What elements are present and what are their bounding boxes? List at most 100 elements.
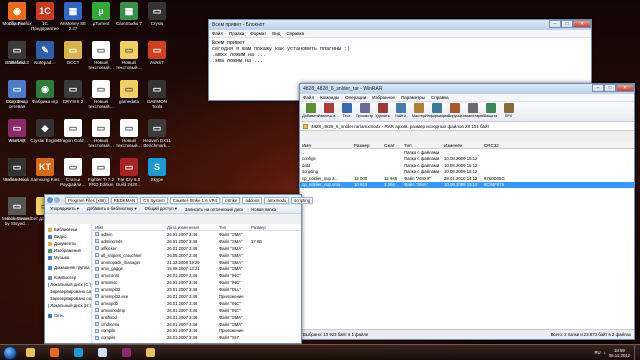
desktop-icon[interactable]: ▭ Новый текстовый… [86,119,116,155]
nav-item[interactable]: Зарезервировано си… [45,288,95,295]
breadcrumb-item[interactable]: scripting [291,196,314,204]
taskbar-folder-button[interactable] [139,346,161,360]
nav-item[interactable]: Зарезервировано си… [45,295,95,302]
menu-format[interactable]: Формат [250,31,266,36]
desktop-icon[interactable]: ▭ gamedata [114,80,144,116]
desktop-icon[interactable]: ▭ Новый текстовый… [114,119,144,155]
toolbar-button[interactable]: Защита [482,103,499,118]
toolbar-button[interactable]: Информация [425,103,448,118]
nav-item[interactable]: Документы [45,240,91,247]
desktop-icon[interactable]: ▭ WinRAR [2,119,32,155]
desktop-icon[interactable]: ◉ Mozilla Firefox [2,2,32,38]
file-row[interactable]: compile 26.01.2007 3:46 Файл "SH" [93,334,301,341]
maximize-button[interactable]: □ [604,84,616,92]
explorer-toolbar-button[interactable]: Упорядочить ▾ [50,206,79,212]
file-row[interactable]: admin 26.01.2007 3:46 Файл "SMA" [93,231,301,238]
desktop-icon[interactable]: ▭ SmiLe Hook [2,158,32,194]
desktop-icon[interactable]: ▭ Корзина сетевая [2,80,32,116]
col-modified[interactable]: Изменён [442,143,482,148]
col-crc[interactable]: CRC32 [482,143,512,148]
breadcrumb-item[interactable]: Program Files (x86) [65,196,109,204]
taskbar-notepad-button[interactable] [91,346,113,360]
winrar-window[interactable]: 4828_4828_6_snlder_rar - WinRAR – □ ✕ Фа… [299,83,635,340]
toolbar-button[interactable]: Комментарий [461,103,484,118]
desktop-icon[interactable]: ▭ AVAST [142,41,172,77]
nav-item[interactable]: Видео [45,233,91,240]
desktop-icon[interactable]: ▦ CamStudio 7 [114,2,144,38]
toolbar-button[interactable]: SFX [500,103,517,118]
col-size[interactable]: Размер [352,143,382,148]
menu-view[interactable]: Вид [272,31,280,36]
col-name[interactable]: Имя [93,225,165,230]
file-row[interactable]: amxmpl32.exe 26.01.2007 3:46 Приложение [93,293,301,300]
desktop-icon[interactable]: µ µTorrent [86,2,116,38]
start-button[interactable] [3,345,17,360]
navigation-pane[interactable]: Библиотеки Видео Документы Изображения Музык… [45,224,95,343]
col-date[interactable]: Дата изменения [165,225,217,230]
file-row[interactable]: ammopack_manager 21.12.2008 19:29 Файл "SM… [93,259,301,266]
minimize-button[interactable]: – [592,84,604,92]
explorer-toolbar-button[interactable]: Общий доступ ▾ [145,206,177,212]
winrar-menu-item[interactable]: Справка [431,95,449,100]
winrar-menu-item[interactable]: Параметры [401,95,425,100]
nav-item[interactable]: Компьютер [45,274,91,281]
close-button[interactable]: ✕ [573,20,591,28]
desktop-icon[interactable]: KT Samsung Kies [30,158,60,194]
winrar-menu-item[interactable]: Операции [345,95,366,100]
nav-item[interactable]: Сеть [45,312,91,319]
file-row[interactable]: amx_gagge 15.08.2007 13:21 Файл "SMA" [93,265,301,272]
address-bar[interactable]: Program Files (x86) REDKMAN CS System Count… [45,195,314,205]
notepad-titlebar[interactable]: Всем привет - Блокнот – □ ✕ [209,20,591,30]
volume-icon[interactable]: ♪ [604,350,606,355]
breadcrumb-item[interactable]: cstrike [221,196,241,204]
nav-item[interactable]: Локальный диск (H:) [45,302,91,309]
menu-edit[interactable]: Правка [229,31,244,36]
toolbar-button[interactable]: Найти [392,103,409,118]
explorer-window[interactable]: Program Files (x86) REDKMAN CS System Count… [44,194,314,344]
desktop-icon[interactable]: ▦ AnMoney SE 2.27 [58,2,88,38]
breadcrumb-item[interactable]: REDKMAN [110,196,139,204]
desktop-icon[interactable]: ✎ Notepad… [30,41,60,77]
desktop-icon[interactable]: S Skype [142,158,172,194]
forward-button[interactable] [54,197,60,203]
taskbar-firefox-button[interactable] [43,346,65,360]
col-type[interactable]: Тип [217,225,249,230]
nav-item[interactable]: Изображения [45,247,91,254]
breadcrumb-item[interactable]: Counter-Strike 1.6 VP4 [169,196,220,204]
desktop-icon[interactable]: ▭ Fighter Ti 7.2 PRO Edition [86,158,116,194]
toolbar-button[interactable]: Тест [338,103,355,118]
breadcrumb-item[interactable]: addons [242,196,263,204]
explorer-toolbar-button[interactable]: Записать на оптический диск [185,207,243,212]
table-row[interactable]: cp_soldier_sup.sma 10 923 3 286 Файл "SMA" 1… [300,181,634,188]
taskbar-winrar-button[interactable] [115,346,137,360]
file-row[interactable]: amxconst 26.01.2007 3:46 Файл "INC" [93,272,301,279]
winrar-menu-item[interactable]: Избранное [372,95,395,100]
col-name[interactable]: Имя [300,143,352,148]
file-row[interactable]: all_snipers_crouchser 26.05.2007 3:46 Файл… [93,252,301,259]
desktop-icon[interactable]: ▭ Статьи Роуфайли… [58,158,88,194]
clock[interactable]: 18:59 05.11.2012 [609,348,630,358]
up-folder-icon[interactable] [303,123,308,129]
desktop-icon[interactable]: ▭ Crysis [142,2,172,38]
desktop-icon[interactable]: ◆ Crystal Engine [30,119,60,155]
desktop-icon[interactable]: ▭ Heaven DX11 Benchmark… [142,119,172,155]
winrar-path-bar[interactable]: 4828_4828_6_snlder.rar\amxmodx - RAR арх… [300,122,634,131]
desktop-icon[interactable]: ▭ DAEMON Tools [142,80,172,116]
col-packed[interactable]: Сжат [382,143,402,148]
nav-item[interactable]: Домашняя группа [45,264,91,271]
winrar-titlebar[interactable]: 4828_4828_6_snlder_rar - WinRAR – □ ✕ [300,84,634,94]
file-row[interactable]: antiflood 26.01.2007 3:46 Файл "SMA" [93,314,301,321]
maximize-button[interactable]: □ [561,20,573,28]
file-row[interactable]: amxxmodmp 26.01.2007 3:46 Файл "INC" [93,307,301,314]
desktop-icon[interactable]: ◉ Фабрика игр [30,80,60,116]
language-indicator[interactable]: RU [594,350,600,355]
desktop-icon[interactable]: ▭ Battlefield 3 [2,41,32,77]
desktop-icon[interactable]: ▭ Hook Steam [2,197,32,233]
col-size[interactable]: Размер [249,225,271,230]
explorer-toolbar-button[interactable]: Добавить в библиотеку ▾ [87,206,137,212]
file-row[interactable]: amxxpdb 26.01.2007 3:46 Файл "INC" [93,300,301,307]
breadcrumb-item[interactable]: amxmodx [264,196,290,204]
desktop-icon[interactable]: ▭ OCCT [58,41,88,77]
explorer-toolbar-button[interactable]: Новая папка [251,207,276,212]
taskbar-skype-button[interactable] [67,346,89,360]
